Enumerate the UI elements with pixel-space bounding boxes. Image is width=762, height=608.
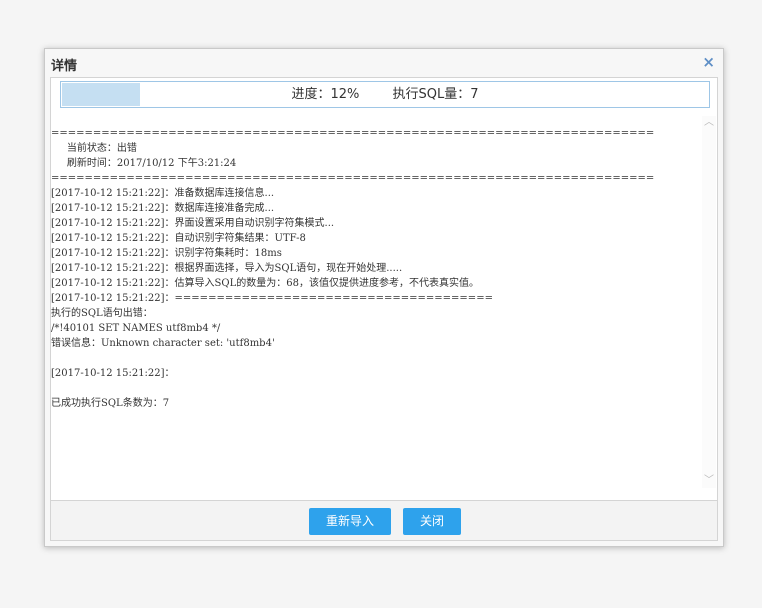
log-line: 错误信息：Unknown character set: 'utf8mb4' [51,338,275,349]
log-line: [2017-10-12 15:21:22]：准备数据库连接信息... [51,188,275,199]
scroll-up-icon[interactable]: ︿ [702,116,716,130]
log-line: ========================================… [51,173,655,184]
scroll-down-icon[interactable]: ﹀ [702,474,716,488]
log-scrollbar[interactable]: ︿ ﹀ [702,116,716,488]
dialog-content: 进度：12% 执行SQL量：7 ========================… [50,77,718,501]
log-line: /*!40101 SET NAMES utf8mb4 */ [51,323,221,334]
log-line: 已成功执行SQL条数为：7 [51,398,170,409]
log-line: [2017-10-12 15:21:22]： [51,368,175,379]
close-button[interactable]: 关闭 [403,508,461,535]
log-line: 执行的SQL语句出错： [51,308,153,319]
details-dialog: 详情 × 进度：12% 执行SQL量：7 ===================… [44,48,724,547]
dialog-title: 详情 [51,59,78,74]
dialog-titlebar[interactable]: 详情 × [45,49,723,77]
log-line: [2017-10-12 15:21:22]：界面设置采用自动识别字符集模式... [51,218,335,229]
log-output: ========================================… [51,116,702,498]
close-icon[interactable]: × [702,53,715,71]
log-line: [2017-10-12 15:21:22]：根据界面选择，导入为SQL语句，现在… [51,263,403,274]
log-line: ========================================… [51,128,655,139]
log-line: [2017-10-12 15:21:22]：识别字符集耗时：18ms [51,248,282,259]
progress-bar: 进度：12% 执行SQL量：7 [60,81,710,108]
progress-text: 进度：12% 执行SQL量：7 [291,87,479,102]
log-line: 当前状态：出错 [51,143,137,154]
log-line: [2017-10-12 15:21:22]：估算导入SQL的数量为：68，该值仅… [51,278,479,289]
log-line: [2017-10-12 15:21:22]：自动识别字符集结果：UTF-8 [51,233,306,244]
log-line: 刷新时间：2017/10/12 下午3:21:24 [51,158,237,169]
reimport-button[interactable]: 重新导入 [309,508,391,535]
dialog-footer: 重新导入 关闭 [50,501,718,541]
log-line: [2017-10-12 15:21:22]：==================… [51,293,493,304]
log-line: [2017-10-12 15:21:22]：数据库连接准备完成... [51,203,275,214]
